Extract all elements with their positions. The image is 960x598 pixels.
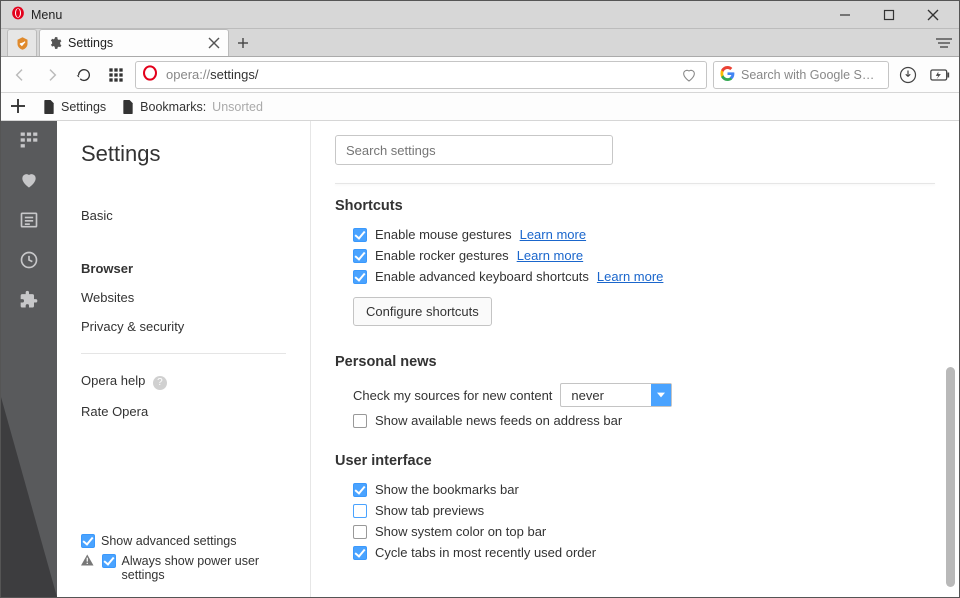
learn-more-link[interactable]: Learn more — [597, 269, 663, 284]
back-button[interactable] — [7, 62, 33, 88]
window-maximize-button[interactable] — [867, 1, 911, 29]
history-rail-icon[interactable] — [18, 249, 40, 271]
search-box[interactable]: Search with Google S… — [713, 61, 889, 89]
file-icon — [122, 100, 134, 114]
opt-cycle-tabs[interactable]: Cycle tabs in most recently used order — [335, 542, 935, 563]
new-tab-button[interactable] — [229, 29, 257, 56]
add-bookmark-button[interactable] — [11, 99, 27, 115]
checkbox-checked-icon — [81, 534, 95, 548]
opt-rocker-gestures[interactable]: Enable rocker gestures Learn more — [335, 245, 935, 266]
search-placeholder: Search with Google S… — [741, 68, 874, 82]
tab-list-button[interactable] — [929, 29, 959, 56]
toolbar: opera://settings/ Search with Google S… — [1, 57, 959, 93]
settings-title: Settings — [81, 141, 286, 167]
file-icon — [43, 100, 55, 114]
window-close-button[interactable] — [911, 1, 955, 29]
forward-button[interactable] — [39, 62, 65, 88]
battery-saver-button[interactable] — [927, 62, 953, 88]
tab-settings[interactable]: Settings — [39, 29, 229, 56]
news-check-row: Check my sources for new content never — [335, 380, 935, 410]
window-minimize-button[interactable] — [823, 1, 867, 29]
window-titlebar: Menu — [1, 1, 959, 29]
learn-more-link[interactable]: Learn more — [520, 227, 586, 242]
nav-help[interactable]: Opera help ? — [81, 366, 286, 397]
chevron-down-icon — [651, 384, 671, 406]
downloads-button[interactable] — [895, 62, 921, 88]
tab-close-icon[interactable] — [208, 37, 220, 49]
google-g-icon — [720, 66, 741, 84]
extensions-rail-icon[interactable] — [18, 289, 40, 311]
nav-rate[interactable]: Rate Opera — [81, 397, 286, 426]
address-bar[interactable]: opera://settings/ — [135, 61, 707, 89]
settings-nav: Settings Basic Browser Websites Privacy … — [57, 121, 311, 597]
bookmarks-bar: Settings Bookmarks: Unsorted — [1, 93, 959, 121]
left-rail — [1, 121, 57, 597]
opera-o-icon — [142, 65, 166, 84]
opera-logo-icon — [5, 6, 31, 23]
bookmark-item-unsorted[interactable]: Bookmarks: Unsorted — [122, 100, 263, 114]
nav-basic[interactable]: Basic — [81, 201, 286, 230]
section-title-shortcuts: Shortcuts — [335, 198, 935, 214]
warning-icon — [81, 554, 94, 566]
opt-keyboard-shortcuts[interactable]: Enable advanced keyboard shortcuts Learn… — [335, 266, 935, 287]
configure-shortcuts-button[interactable]: Configure shortcuts — [353, 297, 492, 326]
bookmark-item-settings[interactable]: Settings — [43, 100, 106, 114]
nav-privacy[interactable]: Privacy & security — [81, 312, 286, 341]
nav-websites[interactable]: Websites — [81, 283, 286, 312]
section-title-ui: User interface — [335, 453, 935, 469]
show-advanced-checkbox[interactable]: Show advanced settings — [81, 531, 286, 551]
learn-more-link[interactable]: Learn more — [517, 248, 583, 263]
scrollbar[interactable] — [944, 121, 957, 597]
tab-title: Settings — [68, 36, 202, 50]
opt-system-color[interactable]: Show system color on top bar — [335, 521, 935, 542]
tab-strip: Settings — [1, 29, 959, 57]
gear-icon — [48, 36, 62, 50]
bookmark-heart-icon[interactable] — [678, 67, 700, 83]
search-settings-input[interactable] — [335, 135, 613, 165]
bookmarks-rail-icon[interactable] — [18, 169, 40, 191]
settings-main: Shortcuts Enable mouse gestures Learn mo… — [311, 121, 959, 597]
opt-mouse-gestures[interactable]: Enable mouse gestures Learn more — [335, 224, 935, 245]
nav-browser[interactable]: Browser — [81, 254, 286, 283]
checkbox-checked-icon — [102, 554, 116, 568]
help-icon: ? — [153, 376, 167, 390]
opt-news-feeds[interactable]: Show available news feeds on address bar — [335, 410, 935, 431]
speed-dial-button[interactable] — [103, 62, 129, 88]
speed-dial-rail-icon[interactable] — [18, 129, 40, 151]
menu-label[interactable]: Menu — [31, 8, 62, 22]
power-user-checkbox[interactable]: Always show power user settings — [81, 551, 286, 585]
reload-button[interactable] — [71, 62, 97, 88]
pinned-tab[interactable] — [7, 29, 37, 56]
opt-tab-previews[interactable]: Show tab previews — [335, 500, 935, 521]
news-rail-icon[interactable] — [18, 209, 40, 231]
news-interval-select[interactable]: never — [560, 383, 672, 407]
address-url: opera://settings/ — [166, 67, 678, 82]
opt-bookmarks-bar[interactable]: Show the bookmarks bar — [335, 479, 935, 500]
section-title-news: Personal news — [335, 354, 935, 370]
